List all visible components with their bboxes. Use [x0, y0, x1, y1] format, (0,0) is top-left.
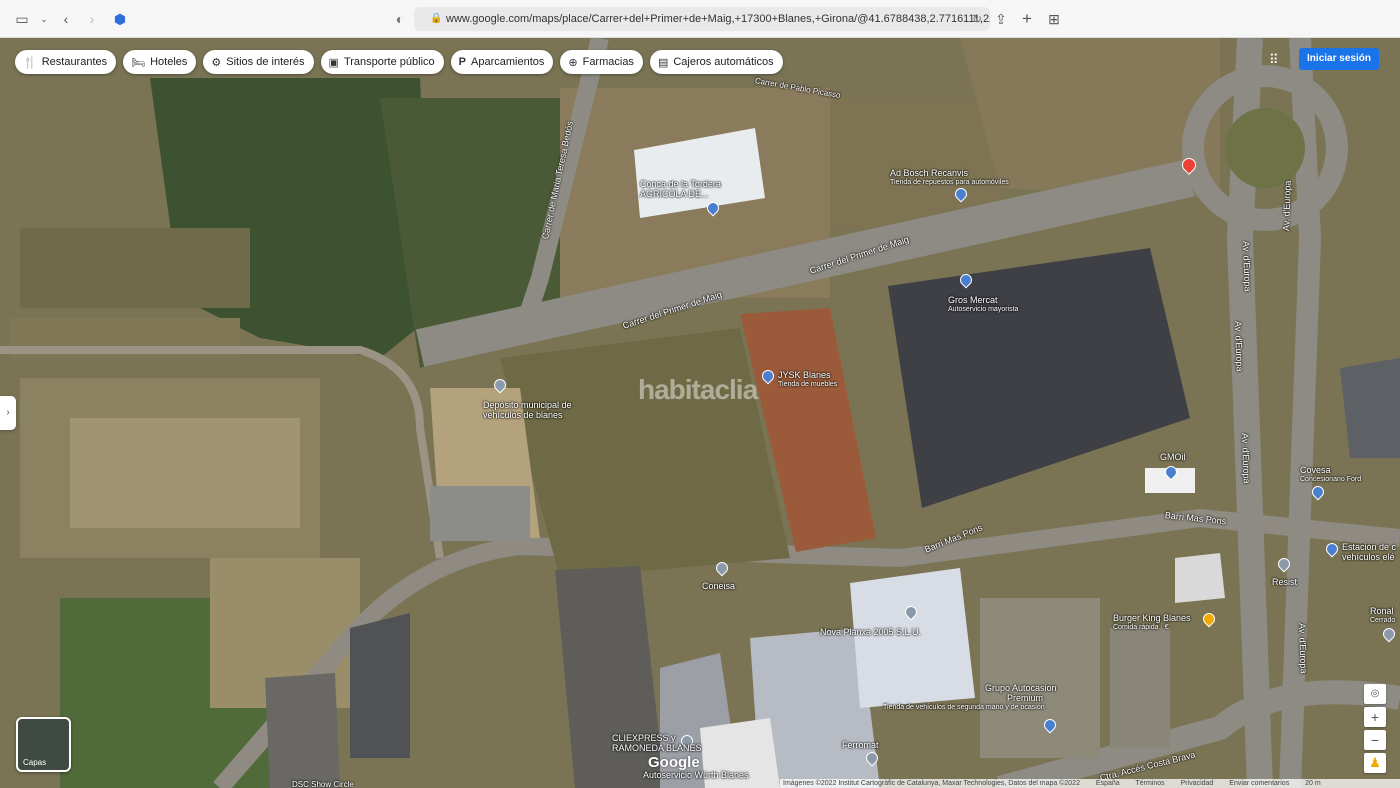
habitaclia-watermark: habitaclia — [638, 374, 758, 405]
place-label-nova-planxa: Nova Planxa 2005 S.L.U. — [820, 627, 922, 637]
my-location-icon[interactable]: ◎ — [1364, 684, 1386, 704]
lock-icon: 🔒 — [430, 13, 443, 24]
place-label-jysk: JYSK Blanes Tienda de muebles — [778, 370, 838, 388]
chip-sitios-de-interes[interactable]: ⚙ Sitios de interés — [203, 50, 314, 74]
satellite-imagery — [0, 38, 1400, 788]
bus-icon: ▣ — [328, 56, 339, 69]
shield-icon[interactable]: ⬢ — [110, 9, 130, 29]
chip-transporte-publico[interactable]: ▣ Transporte público — [320, 50, 444, 74]
apps-grid-icon[interactable]: ⠿ — [1269, 52, 1285, 68]
place-label-dsc: DSC Show Circle — [292, 780, 354, 788]
place-label-burger-king: Burger King Blanes Comida rápida · € — [1113, 613, 1191, 631]
new-tab-icon[interactable]: + — [1017, 9, 1037, 29]
satellite-map[interactable]: habitaclia Google Carrer de Maria Teresa… — [0, 38, 1400, 788]
browser-toolbar: ▭ ⌄ ‹ › ⬢ ◐ 🔒 www.google.com/maps/place/… — [0, 0, 1400, 38]
zoom-out-button[interactable]: − — [1364, 730, 1386, 750]
place-label-gmoil: GMOil — [1160, 452, 1186, 462]
road-label-europa-3: Av. d'Europa — [1233, 320, 1245, 372]
reload-icon[interactable]: ↻ — [972, 7, 982, 31]
signin-button[interactable]: Iniciar sesión — [1299, 48, 1379, 70]
imagery-credit: Imágenes ©2022 Institut Cartogràfic de C… — [783, 780, 1080, 787]
zoom-in-button[interactable]: + — [1364, 707, 1386, 727]
share-icon[interactable]: ⇪ — [991, 9, 1011, 29]
place-label-covesa: Covesa Concesionario Ford — [1300, 465, 1362, 483]
expand-panel-button[interactable]: › — [0, 396, 16, 430]
bed-icon: 🛏 — [131, 56, 146, 69]
place-label-deposito: Depósito municipal de vehículos de blanes — [483, 400, 572, 420]
place-label-ronal: Ronal Cerrado — [1370, 606, 1396, 624]
chip-aparcamientos[interactable]: P Aparcamientos — [450, 50, 554, 74]
region-link[interactable]: España — [1096, 780, 1120, 787]
road-label-europa-1: Av. d'Europa — [1241, 240, 1253, 292]
place-label-ferromat: Ferromat — [842, 740, 879, 750]
atm-icon: ▤ — [657, 56, 669, 69]
url-text: www.google.com/maps/place/Carrer+del+Pri… — [446, 13, 990, 25]
privacy-shield-icon[interactable]: ◐ — [390, 9, 410, 29]
map-footer: Imágenes ©2022 Institut Cartogràfic de C… — [780, 779, 1400, 788]
place-label-cliexpress: CLIEXPRESS y RAMONEDA BLANES — [612, 733, 702, 753]
place-label-resist: Resist — [1272, 577, 1298, 587]
place-label-grupo-autocasion: Grupo Autocasion Premium Tienda de vehícul… — [883, 683, 1057, 711]
chip-restaurantes[interactable]: 🍴 Restaurantes — [15, 50, 117, 74]
parking-icon: P — [458, 56, 466, 68]
pegman-icon[interactable]: ♟ — [1364, 753, 1386, 773]
category-chips: 🍴 Restaurantes 🛏 Hoteles ⚙ Sitios de interé… — [15, 50, 783, 74]
feedback-link[interactable]: Enviar comentarios — [1229, 780, 1289, 787]
place-label-wurth: Autoservicio Würth Blanes — [643, 770, 749, 780]
road-label-europa-5: Av. d'Europa — [1297, 622, 1309, 674]
zoom-controls: ◎ + − ♟ — [1364, 684, 1386, 776]
scale-bar[interactable]: 20 m — [1305, 780, 1321, 787]
chevron-down-icon[interactable]: ⌄ — [34, 9, 54, 29]
terms-link[interactable]: Términos — [1136, 780, 1165, 787]
privacy-link[interactable]: Privacidad — [1181, 780, 1214, 787]
layers-label: Capas — [23, 758, 47, 767]
google-logo: Google — [648, 754, 700, 771]
back-icon[interactable]: ‹ — [56, 9, 76, 29]
layers-button[interactable]: Capas — [16, 717, 71, 772]
road-label-europa-2: Av. d'Europa — [1281, 180, 1293, 232]
chip-farmacias[interactable]: ⊕ Farmacias — [560, 50, 643, 74]
sidebar-toggle-icon[interactable]: ▭ — [12, 9, 32, 29]
camera-icon: ⚙ — [211, 56, 222, 69]
chip-cajeros[interactable]: ▤ Cajeros automáticos — [649, 50, 783, 74]
fork-knife-icon: 🍴 — [23, 56, 37, 69]
place-label-bosch: Ad Bosch Recanvis Tienda de repuestos par… — [890, 168, 1009, 186]
place-label-gros-mercat: Gros Mercat Autoservicio mayorista — [948, 295, 1019, 313]
place-label-estacion: Estación de c vehículos elé — [1342, 542, 1397, 562]
chip-hoteles[interactable]: 🛏 Hoteles — [123, 50, 197, 74]
place-label-coneisa: Coneisa — [702, 581, 736, 591]
place-label-conca: Conca de la Tordera AGRICOLA DE... — [640, 179, 721, 199]
pharmacy-icon: ⊕ — [568, 56, 578, 69]
road-label-europa-4: Av. d'Europa — [1240, 432, 1252, 484]
tab-overview-icon[interactable]: ⊞ — [1044, 9, 1064, 29]
address-bar[interactable]: 🔒 www.google.com/maps/place/Carrer+del+P… — [414, 7, 990, 31]
forward-icon[interactable]: › — [82, 9, 102, 29]
